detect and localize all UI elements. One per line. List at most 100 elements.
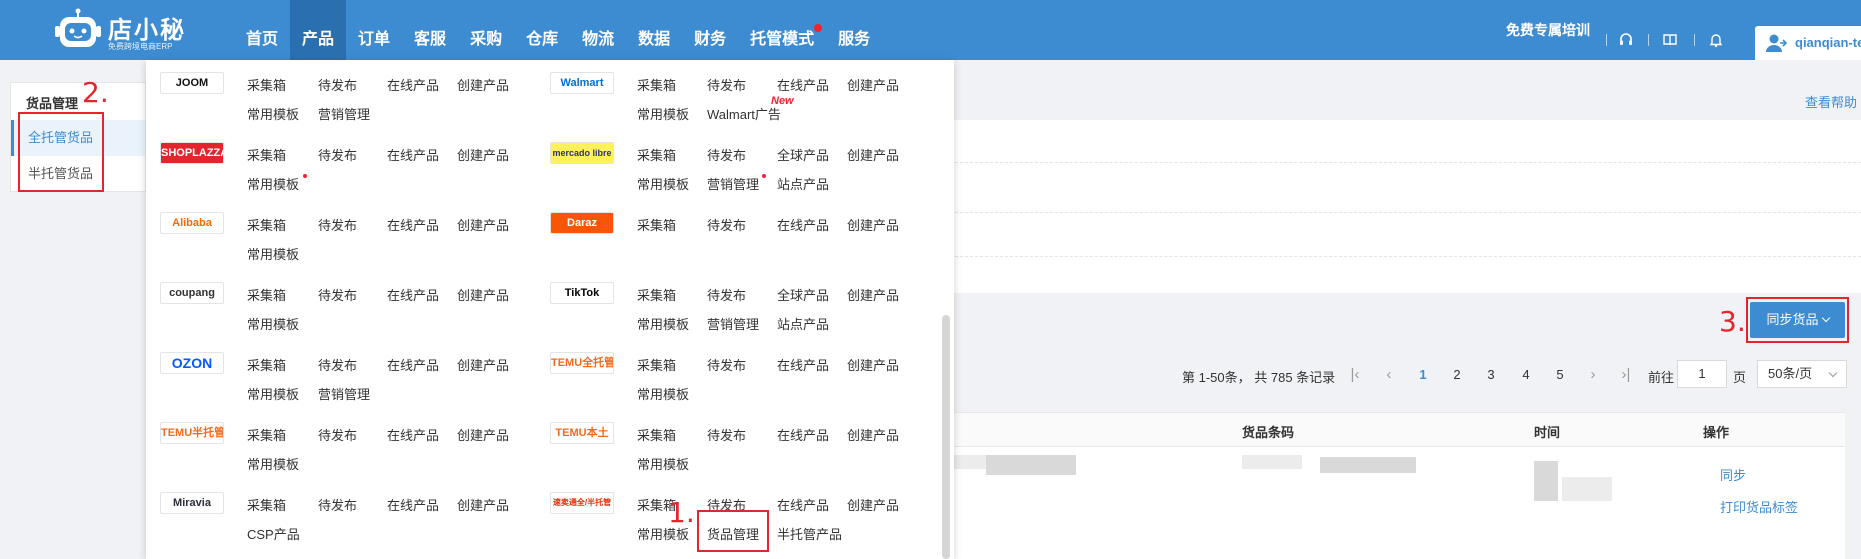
platform-menu-item[interactable]: 常用模板 xyxy=(637,454,689,473)
next-page-icon[interactable]: › xyxy=(1584,364,1602,386)
platform-menu-item[interactable]: 待发布 xyxy=(318,355,357,374)
platform-menu-item[interactable]: 全球产品 xyxy=(777,285,829,304)
page-4[interactable]: 4 xyxy=(1515,364,1537,386)
platform-menu-item[interactable]: 采集箱 xyxy=(247,285,286,304)
platform-menu-item[interactable]: 营销管理 xyxy=(707,314,759,333)
platform-menu-item[interactable]: CSP产品 xyxy=(247,524,300,543)
prev-page-icon[interactable]: ‹ xyxy=(1380,364,1398,386)
help-link[interactable]: 查看帮助 xyxy=(1805,92,1857,111)
nav-orders[interactable]: 订单 xyxy=(346,0,402,60)
bell-icon[interactable] xyxy=(1708,32,1724,48)
platform-menu-item[interactable]: 创建产品 xyxy=(847,75,899,94)
platform-menu-item[interactable]: 待发布 xyxy=(707,145,746,164)
platform-menu-item[interactable]: 常用模板 xyxy=(637,174,689,193)
platform-menu-item[interactable]: 采集箱 xyxy=(247,495,286,514)
goto-page-input[interactable]: 1 xyxy=(1677,360,1727,388)
platform-menu-item[interactable]: 创建产品 xyxy=(847,355,899,374)
nav-products[interactable]: 产品 xyxy=(290,0,347,60)
platform-menu-item[interactable]: 待发布 xyxy=(318,215,357,234)
free-training-link[interactable]: 免费专属培训 xyxy=(1506,0,1590,60)
platform-menu-item[interactable]: 常用模板 xyxy=(247,174,299,193)
platform-menu-item[interactable]: 创建产品 xyxy=(457,495,509,514)
platform-menu-item[interactable]: 创建产品 xyxy=(847,425,899,444)
platform-menu-item[interactable]: 常用模板 xyxy=(637,314,689,333)
platform-menu-item[interactable]: 待发布 xyxy=(318,285,357,304)
platform-menu-item[interactable]: 待发布 xyxy=(318,75,357,94)
nav-finance[interactable]: 财务 xyxy=(682,0,738,60)
platform-menu-item[interactable]: 采集箱 xyxy=(637,215,676,234)
last-page-icon[interactable]: ›| xyxy=(1617,364,1635,386)
platform-menu-item[interactable]: 常用模板 xyxy=(247,244,299,263)
platform-menu-item[interactable]: 在线产品 xyxy=(387,285,439,304)
user-menu[interactable]: qianqian-tes xyxy=(1755,26,1861,60)
page-size-select[interactable]: 50条/页 xyxy=(1757,360,1847,388)
platform-menu-item[interactable]: 创建产品 xyxy=(847,145,899,164)
platform-menu-item[interactable]: 半托管产品 xyxy=(777,524,842,543)
nav-managed-mode[interactable]: 托管模式 xyxy=(738,0,826,60)
platform-menu-item[interactable]: 营销管理 xyxy=(318,384,370,403)
platform-menu-item[interactable]: 常用模板 xyxy=(637,104,689,123)
platform-menu-item[interactable]: 在线产品 xyxy=(387,215,439,234)
nav-logistics[interactable]: 物流 xyxy=(570,0,626,60)
platform-menu-item[interactable]: 在线产品 xyxy=(777,75,829,94)
page-5[interactable]: 5 xyxy=(1549,364,1571,386)
platform-menu-item[interactable]: 常用模板 xyxy=(247,314,299,333)
print-label-link[interactable]: 打印货品标签 xyxy=(1720,497,1798,516)
platform-menu-item[interactable]: 常用模板 xyxy=(247,454,299,473)
platform-menu-item[interactable]: 待发布 xyxy=(707,215,746,234)
first-page-icon[interactable]: |‹ xyxy=(1346,364,1364,386)
platform-menu-item[interactable]: 站点产品 xyxy=(777,174,829,193)
platform-menu-item[interactable]: 采集箱 xyxy=(247,215,286,234)
headset-icon[interactable] xyxy=(1618,32,1634,48)
platform-menu-item[interactable]: 营销管理 xyxy=(707,174,759,193)
platform-menu-item[interactable]: 在线产品 xyxy=(777,425,829,444)
platform-menu-item[interactable]: 在线产品 xyxy=(387,75,439,94)
platform-menu-item[interactable]: 在线产品 xyxy=(387,355,439,374)
dropdown-scrollbar[interactable] xyxy=(942,315,950,559)
platform-menu-item[interactable]: 营销管理 xyxy=(318,104,370,123)
platform-menu-item[interactable]: 创建产品 xyxy=(847,215,899,234)
platform-menu-item[interactable]: 采集箱 xyxy=(247,425,286,444)
platform-menu-item[interactable]: 采集箱 xyxy=(247,355,286,374)
platform-menu-item[interactable]: 常用模板 xyxy=(637,384,689,403)
platform-menu-item[interactable]: 采集箱 xyxy=(637,145,676,164)
platform-menu-item[interactable]: 在线产品 xyxy=(387,495,439,514)
platform-menu-item[interactable]: 常用模板 xyxy=(247,384,299,403)
platform-menu-item[interactable]: 创建产品 xyxy=(457,355,509,374)
nav-customer-service[interactable]: 客服 xyxy=(402,0,458,60)
platform-menu-item[interactable]: 采集箱 xyxy=(637,425,676,444)
platform-menu-item[interactable]: 创建产品 xyxy=(457,285,509,304)
platform-menu-item[interactable]: 在线产品 xyxy=(387,425,439,444)
platform-menu-item[interactable]: 在线产品 xyxy=(387,145,439,164)
brand-logo[interactable]: 店小秘 免费跨境电商ERP xyxy=(54,8,234,52)
platform-menu-item[interactable]: 待发布 xyxy=(318,425,357,444)
nav-home[interactable]: 首页 xyxy=(234,0,290,60)
page-2[interactable]: 2 xyxy=(1446,364,1468,386)
platform-menu-item[interactable]: 采集箱 xyxy=(247,75,286,94)
platform-menu-item[interactable]: 待发布 xyxy=(318,495,357,514)
platform-menu-item[interactable]: 采集箱 xyxy=(637,355,676,374)
platform-menu-item[interactable]: 待发布 xyxy=(318,145,357,164)
platform-menu-item[interactable]: 采集箱 xyxy=(637,75,676,94)
platform-menu-item[interactable]: 创建产品 xyxy=(847,495,899,514)
platform-menu-item[interactable]: 待发布 xyxy=(707,355,746,374)
platform-menu-item[interactable]: 采集箱 xyxy=(637,285,676,304)
platform-menu-item[interactable]: 创建产品 xyxy=(457,75,509,94)
book-icon[interactable] xyxy=(1662,32,1678,48)
platform-menu-item[interactable]: 在线产品 xyxy=(777,215,829,234)
platform-menu-item[interactable]: 待发布 xyxy=(707,285,746,304)
nav-purchasing[interactable]: 采购 xyxy=(458,0,514,60)
nav-data[interactable]: 数据 xyxy=(626,0,682,60)
platform-menu-item[interactable]: 创建产品 xyxy=(457,145,509,164)
platform-menu-item[interactable]: 站点产品 xyxy=(777,314,829,333)
platform-menu-item[interactable]: 创建产品 xyxy=(457,215,509,234)
page-1[interactable]: 1 xyxy=(1412,364,1434,386)
platform-menu-item[interactable]: 创建产品 xyxy=(457,425,509,444)
platform-menu-item[interactable]: 待发布 xyxy=(707,75,746,94)
sync-row-link[interactable]: 同步 xyxy=(1720,465,1746,484)
platform-menu-item[interactable]: 创建产品 xyxy=(847,285,899,304)
platform-menu-item[interactable]: 待发布 xyxy=(707,425,746,444)
nav-services[interactable]: 服务 xyxy=(826,0,882,60)
platform-menu-item[interactable]: 全球产品 xyxy=(777,145,829,164)
platform-menu-item[interactable]: 采集箱 xyxy=(247,145,286,164)
